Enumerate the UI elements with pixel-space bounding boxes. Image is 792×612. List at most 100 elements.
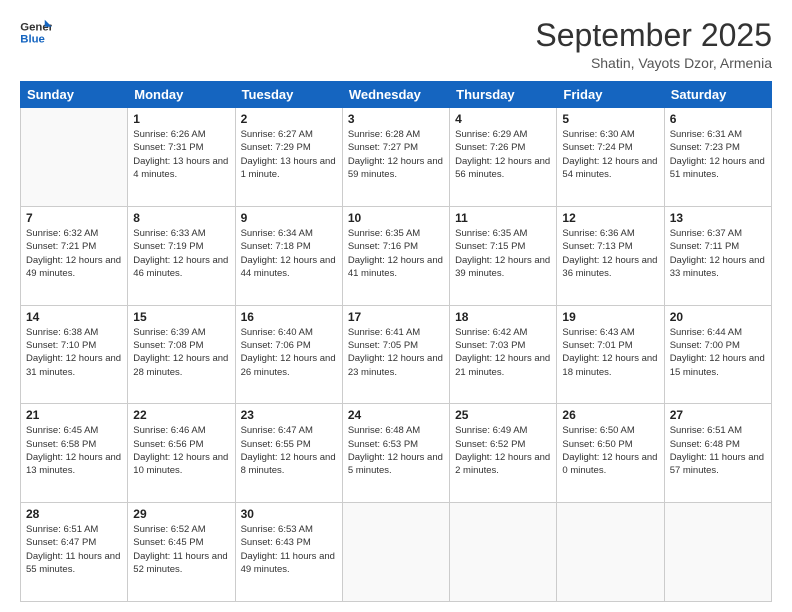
daylight-text: Daylight: 12 hours and 13 minutes. <box>26 452 121 476</box>
daylight-text: Daylight: 12 hours and 18 minutes. <box>562 353 657 377</box>
daylight-text: Daylight: 12 hours and 8 minutes. <box>241 452 336 476</box>
daylight-text: Daylight: 11 hours and 57 minutes. <box>670 452 764 476</box>
col-thursday: Thursday <box>450 82 557 108</box>
sunset-text: Sunset: 7:23 PM <box>670 142 740 153</box>
daylight-text: Daylight: 12 hours and 56 minutes. <box>455 156 550 180</box>
table-row: 28Sunrise: 6:51 AMSunset: 6:47 PMDayligh… <box>21 503 128 602</box>
sunset-text: Sunset: 7:24 PM <box>562 142 632 153</box>
daylight-text: Daylight: 12 hours and 2 minutes. <box>455 452 550 476</box>
day-info: Sunrise: 6:47 AMSunset: 6:55 PMDaylight:… <box>241 424 337 477</box>
day-info: Sunrise: 6:35 AMSunset: 7:15 PMDaylight:… <box>455 227 551 280</box>
day-number: 30 <box>241 507 337 521</box>
table-row <box>557 503 664 602</box>
day-info: Sunrise: 6:46 AMSunset: 6:56 PMDaylight:… <box>133 424 229 477</box>
sunset-text: Sunset: 7:21 PM <box>26 241 96 252</box>
daylight-text: Daylight: 12 hours and 36 minutes. <box>562 255 657 279</box>
sunrise-text: Sunrise: 6:53 AM <box>241 524 313 535</box>
daylight-text: Daylight: 12 hours and 5 minutes. <box>348 452 443 476</box>
sunset-text: Sunset: 7:11 PM <box>670 241 740 252</box>
subtitle: Shatin, Vayots Dzor, Armenia <box>535 55 772 71</box>
header: General Blue September 2025 Shatin, Vayo… <box>20 18 772 71</box>
day-number: 19 <box>562 310 658 324</box>
sunset-text: Sunset: 7:10 PM <box>26 340 96 351</box>
day-number: 1 <box>133 112 229 126</box>
table-row: 2 Sunrise: 6:27 AMSunset: 7:29 PMDaylight… <box>235 108 342 207</box>
table-row <box>342 503 449 602</box>
col-tuesday: Tuesday <box>235 82 342 108</box>
day-info: Sunrise: 6:27 AMSunset: 7:29 PMDaylight:… <box>241 128 337 181</box>
day-number: 9 <box>241 211 337 225</box>
sunrise-text: Sunrise: 6:33 AM <box>133 228 205 239</box>
daylight-text: Daylight: 12 hours and 23 minutes. <box>348 353 443 377</box>
day-info: Sunrise: 6:40 AMSunset: 7:06 PMDaylight:… <box>241 326 337 379</box>
table-row: 19 Sunrise: 6:43 AMSunset: 7:01 PMDayligh… <box>557 305 664 404</box>
col-monday: Monday <box>128 82 235 108</box>
daylight-text: Daylight: 12 hours and 21 minutes. <box>455 353 550 377</box>
day-number: 7 <box>26 211 122 225</box>
daylight-text: Daylight: 12 hours and 49 minutes. <box>26 255 121 279</box>
day-number: 2 <box>241 112 337 126</box>
sunrise-text: Sunrise: 6:30 AM <box>562 129 634 140</box>
table-row: 30Sunrise: 6:53 AMSunset: 6:43 PMDayligh… <box>235 503 342 602</box>
day-info: Sunrise: 6:43 AMSunset: 7:01 PMDaylight:… <box>562 326 658 379</box>
day-number: 6 <box>670 112 766 126</box>
table-row: 26Sunrise: 6:50 AMSunset: 6:50 PMDayligh… <box>557 404 664 503</box>
sunset-text: Sunset: 7:13 PM <box>562 241 632 252</box>
daylight-text: Daylight: 13 hours and 1 minute. <box>241 156 336 180</box>
day-info: Sunrise: 6:29 AMSunset: 7:26 PMDaylight:… <box>455 128 551 181</box>
logo: General Blue <box>20 18 52 46</box>
svg-text:Blue: Blue <box>20 34 45 46</box>
col-wednesday: Wednesday <box>342 82 449 108</box>
sunrise-text: Sunrise: 6:35 AM <box>348 228 420 239</box>
table-row: 11Sunrise: 6:35 AMSunset: 7:15 PMDayligh… <box>450 206 557 305</box>
table-row: 3Sunrise: 6:28 AMSunset: 7:27 PMDaylight… <box>342 108 449 207</box>
table-row: 14Sunrise: 6:38 AMSunset: 7:10 PMDayligh… <box>21 305 128 404</box>
table-row: 5 Sunrise: 6:30 AM Sunset: 7:24 PM Daylight… <box>557 108 664 207</box>
sunrise-text: Sunrise: 6:29 AM <box>455 129 527 140</box>
day-info: Sunrise: 6:41 AMSunset: 7:05 PMDaylight:… <box>348 326 444 379</box>
calendar-week-row: 14Sunrise: 6:38 AMSunset: 7:10 PMDayligh… <box>21 305 772 404</box>
table-row: 17Sunrise: 6:41 AMSunset: 7:05 PMDayligh… <box>342 305 449 404</box>
daylight-text: Daylight: 12 hours and 26 minutes. <box>241 353 336 377</box>
daylight-text: Daylight: 12 hours and 0 minutes. <box>562 452 657 476</box>
day-number: 4 <box>455 112 551 126</box>
sunrise-text: Sunrise: 6:31 AM <box>670 129 742 140</box>
day-number: 3 <box>348 112 444 126</box>
table-row: 29 Sunrise: 6:52 AM Sunset: 6:45 PM Dayligh… <box>128 503 235 602</box>
sunset-text: Sunset: 7:29 PM <box>241 142 311 153</box>
table-row: 20Sunrise: 6:44 AMSunset: 7:00 PMDayligh… <box>664 305 771 404</box>
day-info: Sunrise: 6:50 AMSunset: 6:50 PMDaylight:… <box>562 424 658 477</box>
sunset-text: Sunset: 7:27 PM <box>348 142 418 153</box>
sunset-text: Sunset: 7:16 PM <box>348 241 418 252</box>
daylight-text: Daylight: 12 hours and 31 minutes. <box>26 353 121 377</box>
table-row: 10Sunrise: 6:35 AMSunset: 7:16 PMDayligh… <box>342 206 449 305</box>
day-number: 21 <box>26 408 122 422</box>
sunrise-text: Sunrise: 6:47 AM <box>241 425 313 436</box>
table-row: 25Sunrise: 6:49 AMSunset: 6:52 PMDayligh… <box>450 404 557 503</box>
sunrise-text: Sunrise: 6:28 AM <box>348 129 420 140</box>
daylight-text: Daylight: 11 hours and 52 minutes. <box>133 551 227 575</box>
daylight-text: Daylight: 12 hours and 54 minutes. <box>562 156 657 180</box>
table-row: 7Sunrise: 6:32 AMSunset: 7:21 PMDaylight… <box>21 206 128 305</box>
day-number: 27 <box>670 408 766 422</box>
day-number: 29 <box>133 507 229 521</box>
sunrise-text: Sunrise: 6:51 AM <box>670 425 742 436</box>
calendar-week-row: 28Sunrise: 6:51 AMSunset: 6:47 PMDayligh… <box>21 503 772 602</box>
day-number: 28 <box>26 507 122 521</box>
day-number: 5 <box>562 112 658 126</box>
table-row: 1Sunrise: 6:26 AMSunset: 7:31 PMDaylight… <box>128 108 235 207</box>
day-info: Sunrise: 6:35 AMSunset: 7:16 PMDaylight:… <box>348 227 444 280</box>
title-block: September 2025 Shatin, Vayots Dzor, Arme… <box>535 18 772 71</box>
sunset-text: Sunset: 6:47 PM <box>26 537 96 548</box>
day-info: Sunrise: 6:36 AMSunset: 7:13 PMDaylight:… <box>562 227 658 280</box>
daylight-text: Daylight: 12 hours and 51 minutes. <box>670 156 765 180</box>
sunset-text: Sunset: 6:52 PM <box>455 439 525 450</box>
table-row: 6 Sunrise: 6:31 AM Sunset: 7:23 PM Daylight… <box>664 108 771 207</box>
sunset-text: Sunset: 6:45 PM <box>133 537 203 548</box>
day-info: Sunrise: 6:37 AMSunset: 7:11 PMDaylight:… <box>670 227 766 280</box>
table-row: 21Sunrise: 6:45 AMSunset: 6:58 PMDayligh… <box>21 404 128 503</box>
sunset-text: Sunset: 7:31 PM <box>133 142 203 153</box>
sunrise-text: Sunrise: 6:52 AM <box>133 524 205 535</box>
col-saturday: Saturday <box>664 82 771 108</box>
sunset-text: Sunset: 7:01 PM <box>562 340 632 351</box>
